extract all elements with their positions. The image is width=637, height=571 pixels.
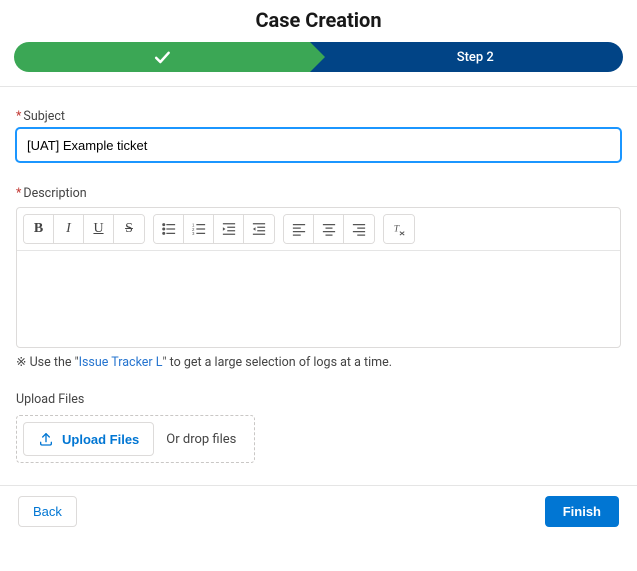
subject-input[interactable] xyxy=(16,128,621,162)
italic-button[interactable]: I xyxy=(54,215,84,243)
page-title: Case Creation xyxy=(0,0,637,42)
align-center-icon xyxy=(322,222,336,236)
upload-files-label: Upload Files xyxy=(16,392,621,407)
subject-label: *Subject xyxy=(16,109,621,124)
upload-button-label: Upload Files xyxy=(62,432,139,447)
issue-tracker-link[interactable]: Issue Tracker L xyxy=(79,355,163,370)
italic-icon: I xyxy=(66,221,71,237)
footer-bar: Back Finish xyxy=(0,486,637,539)
numbered-list-button[interactable]: 123 xyxy=(184,215,214,243)
clear-format-button[interactable]: T xyxy=(384,215,414,243)
rich-text-editor: B I U S 123 T xyxy=(16,207,621,348)
back-button[interactable]: Back xyxy=(18,496,77,527)
indent-icon xyxy=(222,222,236,236)
svg-text:3: 3 xyxy=(192,231,195,236)
progress-stepper: Step 2 xyxy=(14,42,623,72)
check-icon xyxy=(152,47,172,67)
bullet-list-button[interactable] xyxy=(154,215,184,243)
align-right-icon xyxy=(352,222,366,236)
align-left-icon xyxy=(292,222,306,236)
bullet-list-icon xyxy=(162,222,176,236)
underline-icon: U xyxy=(93,221,103,237)
numbered-list-icon: 123 xyxy=(192,222,206,236)
svg-text:T: T xyxy=(394,224,400,235)
align-right-button[interactable] xyxy=(344,215,374,243)
underline-button[interactable]: U xyxy=(84,215,114,243)
bold-button[interactable]: B xyxy=(24,215,54,243)
finish-button[interactable]: Finish xyxy=(545,496,619,527)
outdent-icon xyxy=(252,222,266,236)
outdent-button[interactable] xyxy=(244,215,274,243)
description-textarea[interactable] xyxy=(17,251,620,347)
strikethrough-icon: S xyxy=(125,221,133,237)
rte-toolbar: B I U S 123 T xyxy=(17,208,620,251)
description-label: *Description xyxy=(16,186,621,201)
indent-button[interactable] xyxy=(214,215,244,243)
align-left-button[interactable] xyxy=(284,215,314,243)
step-1-complete xyxy=(14,42,310,72)
upload-dropzone[interactable]: Upload Files Or drop files xyxy=(16,415,255,463)
step-2-label: Step 2 xyxy=(457,50,494,65)
upload-files-button[interactable]: Upload Files xyxy=(23,422,154,456)
drop-files-hint: Or drop files xyxy=(154,432,248,447)
clear-format-icon: T xyxy=(392,222,406,236)
upload-icon xyxy=(38,431,54,447)
strike-button[interactable]: S xyxy=(114,215,144,243)
bold-icon: B xyxy=(34,221,43,237)
description-hint: ※ Use the "Issue Tracker L" to get a lar… xyxy=(16,354,621,370)
step-2-current: Step 2 xyxy=(310,42,624,72)
align-center-button[interactable] xyxy=(314,215,344,243)
